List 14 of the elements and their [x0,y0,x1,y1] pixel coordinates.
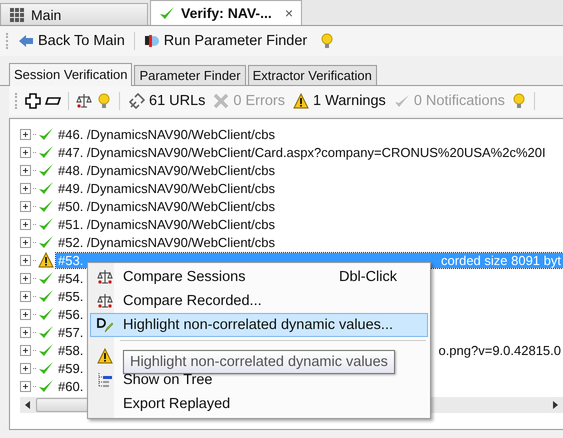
tooltip: Highlight non-correlated dynamic values [123,350,395,374]
row-text: o.png?v=9.0.42815.0 [438,342,561,358]
row-text: #48. /DynamicsNAV90/WebClient/cbs [58,162,276,178]
row-text: #56. [58,306,84,322]
row-text: #49. /DynamicsNAV90/WebClient/cbs [58,180,276,196]
row-text: #58. [58,342,84,358]
tab-label: Verify: NAV-... [181,5,272,21]
row-text: #50. /DynamicsNAV90/WebClient/cbs [58,198,276,214]
row-text: #46. /DynamicsNAV90/WebClient/cbs [58,126,276,142]
tab-label: Main [31,6,62,22]
row-text: corded size 8091 byt [441,252,561,268]
row-text: #53. [58,252,84,268]
row-text: #52. /DynamicsNAV90/WebClient/cbs [58,234,276,250]
row-text: #51. /DynamicsNAV90/WebClient/cbs [58,216,276,232]
